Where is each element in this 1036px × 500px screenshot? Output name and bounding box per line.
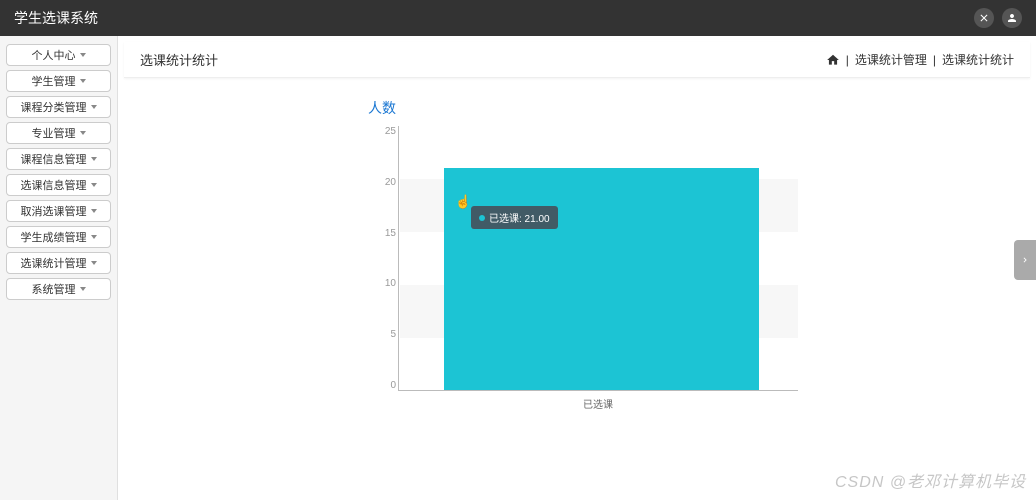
user-icon[interactable] <box>1002 8 1022 28</box>
x-axis-label: 已选课 <box>398 396 798 411</box>
home-icon <box>826 53 840 67</box>
main-content: 选课统计统计 | 选课统计管理 | 选课统计统计 人数 25 20 15 10 … <box>118 36 1036 500</box>
sidebar-item-stats[interactable]: 选课统计管理 <box>6 252 111 274</box>
chevron-down-icon <box>80 79 86 83</box>
chart-area: 25 20 15 10 5 0 ☝ 已选课: 21.00 <box>398 126 818 406</box>
sidebar-item-course-info[interactable]: 课程信息管理 <box>6 148 111 170</box>
breadcrumb-sep: | <box>846 53 849 67</box>
chevron-down-icon <box>91 105 97 109</box>
breadcrumb-sep: | <box>933 53 936 67</box>
chart-tooltip: 已选课: 21.00 <box>471 206 558 229</box>
y-tick: 10 <box>378 278 396 289</box>
sidebar-item-label: 课程信息管理 <box>21 151 87 167</box>
y-tick: 5 <box>378 329 396 340</box>
chevron-down-icon <box>91 261 97 265</box>
sidebar-item-major[interactable]: 专业管理 <box>6 122 111 144</box>
topbar-icons <box>974 8 1022 28</box>
breadcrumb: | 选课统计管理 | 选课统计统计 <box>826 51 1014 68</box>
chevron-down-icon <box>91 157 97 161</box>
sidebar-item-student[interactable]: 学生管理 <box>6 70 111 92</box>
plot-area: ☝ 已选课: 21.00 <box>398 126 798 391</box>
tooltip-dot-icon <box>479 215 485 221</box>
sidebar-item-category[interactable]: 课程分类管理 <box>6 96 111 118</box>
chevron-down-icon <box>80 53 86 57</box>
side-expand-tab[interactable] <box>1014 240 1036 280</box>
app-title: 学生选课系统 <box>14 8 98 28</box>
y-tick: 20 <box>378 177 396 188</box>
page-title: 选课统计统计 <box>140 50 218 69</box>
tooltip-text: 已选课: 21.00 <box>489 210 550 225</box>
chevron-down-icon <box>80 131 86 135</box>
y-tick: 15 <box>378 228 396 239</box>
y-tick: 0 <box>378 380 396 391</box>
sidebar-item-label: 选课统计管理 <box>21 255 87 271</box>
chart-container: 人数 25 20 15 10 5 0 ☝ 已选课: 2 <box>118 78 1036 500</box>
sidebar-item-grade[interactable]: 学生成绩管理 <box>6 226 111 248</box>
sidebar-item-label: 系统管理 <box>32 281 76 297</box>
y-axis: 25 20 15 10 5 0 <box>378 126 396 391</box>
chevron-down-icon <box>91 209 97 213</box>
breadcrumb-item: 选课统计统计 <box>942 51 1014 68</box>
sidebar-item-label: 选课信息管理 <box>21 177 87 193</box>
sidebar-item-selection-info[interactable]: 选课信息管理 <box>6 174 111 196</box>
topbar: 学生选课系统 <box>0 0 1036 36</box>
sidebar-item-label: 学生管理 <box>32 73 76 89</box>
cursor-pointer-icon: ☝ <box>455 194 471 210</box>
sidebar: 个人中心 学生管理 课程分类管理 专业管理 课程信息管理 选课信息管理 取消选课… <box>0 36 118 500</box>
chevron-down-icon <box>91 235 97 239</box>
sidebar-item-label: 取消选课管理 <box>21 203 87 219</box>
chevron-right-icon <box>1020 255 1030 265</box>
sidebar-item-cancel[interactable]: 取消选课管理 <box>6 200 111 222</box>
sidebar-item-label: 课程分类管理 <box>21 99 87 115</box>
y-tick: 25 <box>378 126 396 137</box>
content-header: 选课统计统计 | 选课统计管理 | 选课统计统计 <box>124 42 1030 78</box>
sidebar-item-personal[interactable]: 个人中心 <box>6 44 111 66</box>
sidebar-item-system[interactable]: 系统管理 <box>6 278 111 300</box>
sidebar-item-label: 学生成绩管理 <box>21 229 87 245</box>
chevron-down-icon <box>80 287 86 291</box>
chart-bar[interactable] <box>444 168 759 390</box>
chart-title: 人数 <box>368 98 1006 118</box>
chevron-down-icon <box>91 183 97 187</box>
sidebar-item-label: 个人中心 <box>32 47 76 63</box>
sidebar-item-label: 专业管理 <box>32 125 76 141</box>
breadcrumb-item[interactable]: 选课统计管理 <box>855 51 927 68</box>
close-icon[interactable] <box>974 8 994 28</box>
